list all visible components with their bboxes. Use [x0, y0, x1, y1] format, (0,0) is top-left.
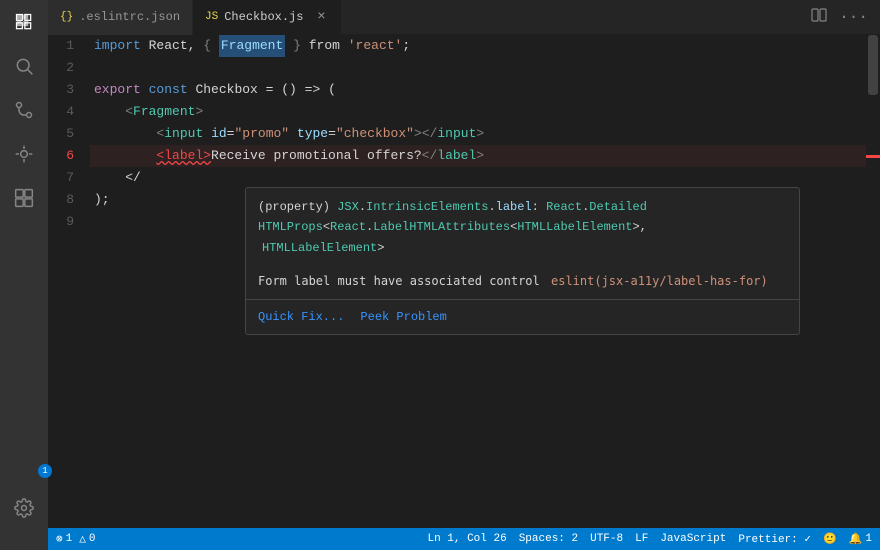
hover-error-text: Form label must have associated control …	[258, 272, 787, 291]
error-message: Form label must have associated control	[258, 274, 540, 288]
code-editor[interactable]: import React, { Fragment } from 'react';…	[90, 35, 866, 528]
tab-close-button[interactable]: ×	[313, 9, 329, 25]
line-num-8: 8	[48, 189, 82, 211]
line-num-7: 7	[48, 167, 82, 189]
peek-problem-action[interactable]: Peek Problem	[360, 306, 446, 328]
debug-icon[interactable]	[10, 140, 38, 168]
tab-checkbox[interactable]: JS Checkbox.js ×	[193, 0, 342, 35]
encoding-label: UTF-8	[590, 533, 623, 545]
status-left: ⊗ 1 △ 0	[56, 532, 95, 546]
tab-checkbox-label: Checkbox.js	[224, 10, 303, 24]
eol[interactable]: LF	[635, 533, 648, 545]
fragment-token: Fragment	[219, 35, 285, 57]
language-mode[interactable]: JavaScript	[660, 533, 726, 545]
json-file-icon: {}	[60, 11, 73, 23]
warning-icon: △	[79, 532, 86, 546]
error-code: eslint(jsx-a11y/label-has-for)	[551, 274, 768, 288]
line-num-3: 3	[48, 79, 82, 101]
tab-eslintrc[interactable]: {} .eslintrc.json	[48, 0, 193, 35]
line-num-2: 2	[48, 57, 82, 79]
smiley-icon: 🙂	[823, 532, 837, 546]
tab-bar: {} .eslintrc.json JS Checkbox.js × ···	[48, 0, 880, 35]
hover-property-text: (property) JSX.IntrinsicElements.label: …	[258, 198, 787, 217]
js-file-icon: JS	[205, 11, 218, 23]
activity-bar: 1	[0, 0, 48, 550]
smiley-button[interactable]: 🙂	[823, 532, 837, 546]
explorer-icon[interactable]	[10, 8, 38, 36]
cursor-position[interactable]: Ln 1, Col 26	[427, 533, 506, 545]
error-icon: ⊗	[56, 532, 63, 546]
hover-content: (property) JSX.IntrinsicElements.label: …	[246, 188, 799, 299]
vertical-scrollbar[interactable]	[866, 35, 880, 528]
hover-tooltip: (property) JSX.IntrinsicElements.label: …	[245, 187, 800, 335]
code-line-1: import React, { Fragment } from 'react';	[90, 35, 866, 57]
formatter[interactable]: Prettier: ✓	[738, 532, 811, 546]
keyword-import: import	[94, 35, 141, 57]
status-bar: ⊗ 1 △ 0 Ln 1, Col 26 Spaces: 2 UTF-8 LF …	[48, 528, 880, 550]
line-num-5: 5	[48, 123, 82, 145]
notification-badge: 1	[38, 464, 52, 478]
warning-count: 0	[89, 533, 96, 545]
code-line-4: <Fragment>	[90, 101, 866, 123]
from-keyword: from	[309, 38, 340, 53]
source-control-icon[interactable]	[10, 96, 38, 124]
notifications[interactable]: 🔔 1	[849, 532, 872, 546]
scrollbar-thumb[interactable]	[868, 35, 878, 95]
code-line-7: </	[90, 167, 866, 189]
encoding[interactable]: UTF-8	[590, 533, 623, 545]
settings-icon[interactable]: 1	[10, 494, 38, 522]
code-line-2	[90, 57, 866, 79]
search-icon[interactable]	[10, 52, 38, 80]
error-count: 1	[66, 533, 73, 545]
extensions-icon[interactable]	[10, 184, 38, 212]
bell-icon: 🔔	[849, 532, 863, 546]
indentation[interactable]: Spaces: 2	[519, 533, 578, 545]
spaces-label: Spaces: 2	[519, 533, 578, 545]
line-num-6: 6	[48, 145, 82, 167]
code-line-6: <label>Receive promotional offers?</labe…	[90, 145, 866, 167]
status-right: Ln 1, Col 26 Spaces: 2 UTF-8 LF JavaScri…	[427, 532, 872, 546]
ln-col: Ln 1, Col 26	[427, 533, 506, 545]
more-actions-icon[interactable]: ···	[839, 8, 868, 26]
hover-actions: Quick Fix... Peek Problem	[246, 300, 799, 334]
eol-label: LF	[635, 533, 648, 545]
code-line-5: <input id="promo" type="checkbox"></inpu…	[90, 123, 866, 145]
quick-fix-action[interactable]: Quick Fix...	[258, 306, 344, 328]
line-num-1: 1	[48, 35, 82, 57]
line-num-4: 4	[48, 101, 82, 123]
error-count-item[interactable]: ⊗ 1 △ 0	[56, 532, 95, 546]
error-indicator	[866, 155, 880, 158]
notif-count: 1	[865, 533, 872, 545]
label-open-tag: <label>	[156, 145, 211, 167]
editor-body: 1 2 3 4 5 6 7 8 9 import React, { Fragme…	[48, 35, 880, 528]
code-line-3: export const Checkbox = () => (	[90, 79, 866, 101]
scrollbar-track	[866, 35, 880, 528]
tab-eslintrc-label: .eslintrc.json	[79, 10, 180, 24]
split-editor-icon[interactable]	[811, 7, 827, 28]
line-num-9: 9	[48, 211, 82, 233]
line-numbers: 1 2 3 4 5 6 7 8 9	[48, 35, 90, 528]
language-label: JavaScript	[660, 533, 726, 545]
formatter-label: Prettier: ✓	[738, 532, 811, 546]
